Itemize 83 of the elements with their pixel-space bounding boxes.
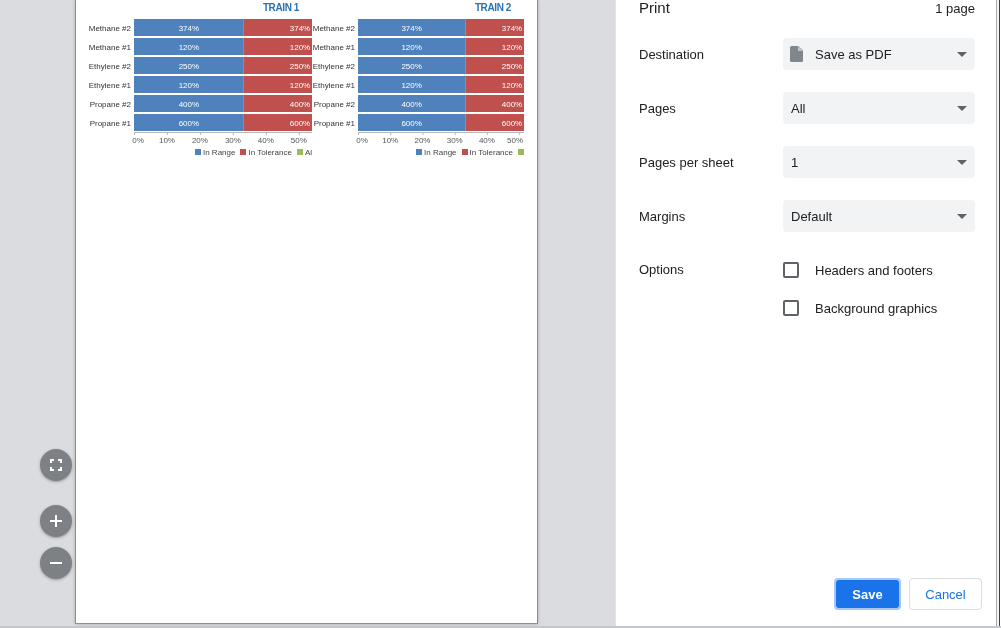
- checkbox-label: Background graphics: [815, 300, 938, 316]
- field-label: Margins: [639, 208, 687, 224]
- bar-value-label: 374%: [289, 23, 311, 33]
- tick-label: 0%: [356, 136, 368, 145]
- tick-label: 50%: [290, 136, 307, 145]
- tick-label: 10%: [382, 136, 399, 145]
- category-label: Propane #2: [89, 99, 131, 109]
- zoom-out-button[interactable]: [40, 547, 72, 579]
- legend-label: Al: [304, 147, 312, 157]
- category-label: Propane #1: [313, 118, 355, 128]
- field-label: Pages: [639, 100, 677, 116]
- field-label: Destination: [639, 46, 706, 62]
- category-label: Methane #2: [312, 23, 355, 33]
- bar-value-label: 250%: [401, 61, 422, 71]
- bar-value-label: 120%: [401, 42, 422, 52]
- checkbox[interactable]: [783, 300, 799, 316]
- cancel-button[interactable]: Cancel: [909, 578, 982, 610]
- select-dropdown[interactable]: Save as PDF: [783, 38, 975, 70]
- bar-value-label: 120%: [401, 80, 422, 90]
- legend-label: In Range: [424, 147, 457, 157]
- checkbox-label: Headers and footers: [815, 262, 933, 278]
- field-label: Options: [639, 261, 685, 279]
- legend-label: In Range: [202, 147, 236, 157]
- bar-value-label: 400%: [178, 99, 200, 109]
- tick-label: 20%: [414, 136, 431, 145]
- caret-icon: [957, 213, 967, 219]
- zoom-in-button[interactable]: [40, 505, 72, 537]
- tick-label: 0%: [132, 136, 144, 145]
- category-label: Ethylene #2: [88, 61, 131, 71]
- category-label: Methane #1: [88, 42, 131, 52]
- bar-value-label: 600%: [501, 118, 523, 128]
- page-count: 1 page: [935, 1, 975, 17]
- tick-label: 10%: [158, 136, 175, 145]
- bar-value-label: 600%: [289, 118, 311, 128]
- bar-value-label: 400%: [289, 99, 311, 109]
- category-label: Ethylene #1: [88, 80, 131, 90]
- bar-value-label: 250%: [501, 61, 523, 71]
- bar-value-label: 374%: [501, 23, 523, 33]
- bar-value-label: 120%: [289, 80, 311, 90]
- tick-label: 30%: [446, 136, 463, 145]
- chart-title: TRAIN 1: [262, 2, 299, 13]
- category-label: Ethylene #2: [312, 61, 355, 71]
- minus-icon: [50, 562, 62, 564]
- select-dropdown[interactable]: 1: [783, 146, 975, 178]
- bar-value-label: 600%: [401, 118, 422, 128]
- chart-title: TRAIN 2: [474, 2, 511, 13]
- tick-label: 50%: [507, 136, 523, 145]
- bar-value-label: 250%: [289, 61, 311, 71]
- plus-icon: [50, 515, 62, 527]
- caret-icon: [957, 159, 967, 165]
- bar-value-label: 120%: [501, 80, 523, 90]
- bar-value-label: 120%: [501, 42, 523, 52]
- category-label: Propane #2: [313, 99, 355, 109]
- category-label: Methane #2: [88, 23, 131, 33]
- bar-value-label: 250%: [178, 61, 200, 71]
- select-dropdown[interactable]: Default: [783, 200, 975, 232]
- caret-icon: [957, 105, 967, 111]
- category-label: Methane #1: [312, 42, 355, 52]
- bar-value-label: 120%: [178, 42, 200, 52]
- save-button[interactable]: Save: [834, 578, 901, 610]
- bar-value-label: 400%: [501, 99, 523, 109]
- tick-label: 40%: [478, 136, 495, 145]
- checkbox[interactable]: [783, 262, 799, 278]
- category-label: Propane #1: [89, 118, 131, 128]
- bar-value-label: 120%: [289, 42, 311, 52]
- bar-value-label: 374%: [401, 23, 422, 33]
- bar-value-label: 120%: [178, 80, 200, 90]
- tick-label: 30%: [224, 136, 241, 145]
- caret-icon: [957, 51, 967, 57]
- fit-to-page-button[interactable]: [40, 449, 72, 481]
- tick-label: 20%: [191, 136, 208, 145]
- fit-corners-icon: [50, 459, 62, 471]
- select-dropdown[interactable]: All: [783, 92, 975, 124]
- tick-label: 40%: [257, 136, 274, 145]
- dialog-title: Print: [639, 0, 670, 16]
- bar-value-label: 600%: [178, 118, 200, 128]
- field-label: Pages per sheet: [639, 154, 735, 170]
- legend-label: In Tolerance: [469, 147, 513, 157]
- legend-label: In Tolerance: [248, 147, 292, 157]
- file-icon: [790, 46, 803, 62]
- bar-value-label: 374%: [178, 23, 200, 33]
- category-label: Ethylene #1: [312, 80, 355, 90]
- bar-value-label: 400%: [401, 99, 422, 109]
